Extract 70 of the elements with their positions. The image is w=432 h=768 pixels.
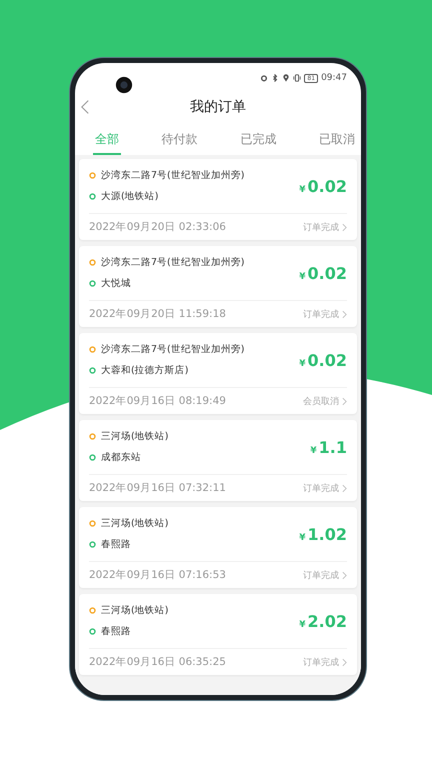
destination-dot-icon xyxy=(89,193,96,200)
order-price: 0.02 xyxy=(308,350,347,370)
destination-address: 大悦城 xyxy=(101,277,131,290)
destination-dot-icon xyxy=(89,454,96,461)
currency-symbol: ¥ xyxy=(299,532,306,542)
origin-address: 沙湾东二路7号(世纪智业加州旁) xyxy=(101,169,244,182)
order-status: 订单完成 xyxy=(303,308,339,320)
order-price: 0.02 xyxy=(308,264,347,282)
order-datetime: 2022年09月20日 11:59:18 xyxy=(89,307,226,321)
chevron-icon xyxy=(342,396,347,406)
currency-symbol: ¥ xyxy=(299,272,306,282)
origin-dot-icon xyxy=(89,433,96,440)
destination-dot-icon xyxy=(89,367,96,374)
order-price: 0.02 xyxy=(308,176,347,196)
tab[interactable]: 已取消 xyxy=(316,125,357,155)
order-card[interactable]: 三河场(地铁站) 春熙路 ¥2.02 2022年09月16日 06:35:25 订单完成 xyxy=(79,594,357,675)
order-card[interactable]: 三河场(地铁站) 春熙路 ¥1.02 2022年09月16日 07:16:53 订单完成 xyxy=(79,507,357,588)
order-price: 2.02 xyxy=(308,612,347,630)
order-datetime: 2022年09月16日 07:16:53 xyxy=(89,568,226,582)
origin-dot-icon xyxy=(89,172,96,179)
chevron-icon xyxy=(342,570,347,580)
origin-dot-icon xyxy=(89,520,96,527)
origin-address: 沙湾东二路7号(世纪智业加州旁) xyxy=(101,256,244,269)
location-icon xyxy=(282,74,290,82)
currency-symbol: ¥ xyxy=(299,184,306,194)
destination-address: 春熙路 xyxy=(101,538,131,551)
chevron-icon xyxy=(342,658,347,666)
page-title: 我的订单 xyxy=(190,98,246,116)
tab[interactable]: 待付款 xyxy=(160,125,200,155)
tab[interactable]: 已完成 xyxy=(238,125,278,155)
camera-icon xyxy=(115,76,133,94)
destination-address: 春熙路 xyxy=(101,625,131,638)
origin-dot-icon xyxy=(89,259,96,266)
currency-symbol: ¥ xyxy=(299,620,306,630)
currency-symbol: ¥ xyxy=(299,358,306,368)
origin-address: 沙湾东二路7号(世纪智业加州旁) xyxy=(101,343,244,356)
order-status: 订单完成 xyxy=(303,570,339,582)
order-price: 1.1 xyxy=(318,438,347,456)
order-status: 订单完成 xyxy=(303,656,339,668)
destination-dot-icon xyxy=(89,280,96,287)
origin-dot-icon xyxy=(89,346,96,353)
destination-address: 大蓉和(拉德方斯店) xyxy=(101,364,188,377)
origin-address: 三河场(地铁站) xyxy=(101,430,168,443)
chevron-icon xyxy=(342,484,347,492)
origin-dot-icon xyxy=(89,607,96,614)
currency-symbol: ¥ xyxy=(310,446,317,456)
order-status: 订单完成 xyxy=(303,482,339,494)
order-card[interactable]: 沙湾东二路7号(世纪智业加州旁) 大源(地铁站) ¥0.02 2022年09月20日 02:33:06 订单完成 xyxy=(79,159,357,240)
vibrate-icon xyxy=(293,74,302,82)
order-status: 会员取消 xyxy=(303,396,339,408)
order-card[interactable]: 沙湾东二路7号(世纪智业加州旁) 大悦城 ¥0.02 2022年09月20日 11:59:18 订单完成 xyxy=(79,246,357,327)
order-datetime: 2022年09月16日 08:19:49 xyxy=(89,394,226,408)
order-card[interactable]: 沙湾东二路7号(世纪智业加州旁) 大蓉和(拉德方斯店) ¥0.02 2022年09月16日 08:19:49 会员取消 xyxy=(79,333,357,414)
origin-address: 三河场(地铁站) xyxy=(101,517,168,530)
destination-dot-icon xyxy=(89,628,96,635)
chevron-icon xyxy=(342,310,347,318)
order-status: 订单完成 xyxy=(303,222,339,234)
order-datetime: 2022年09月16日 07:32:11 xyxy=(89,481,226,495)
destination-address: 大源(地铁站) xyxy=(101,190,158,203)
status-time: 09:47 xyxy=(321,73,347,83)
back-icon[interactable] xyxy=(81,99,89,115)
order-price: 1.02 xyxy=(308,524,347,544)
order-card[interactable]: 三河场(地铁站) 成都东站 ¥1.1 2022年09月16日 07:32:11 订单完成 xyxy=(79,420,357,501)
bluetooth-icon xyxy=(271,74,280,82)
destination-dot-icon xyxy=(89,541,96,548)
origin-address: 三河场(地铁站) xyxy=(101,604,168,617)
order-datetime: 2022年09月20日 02:33:06 xyxy=(89,220,226,234)
destination-address: 成都东站 xyxy=(101,451,141,464)
order-datetime: 2022年09月16日 06:35:25 xyxy=(89,655,226,669)
chevron-icon xyxy=(342,222,347,232)
